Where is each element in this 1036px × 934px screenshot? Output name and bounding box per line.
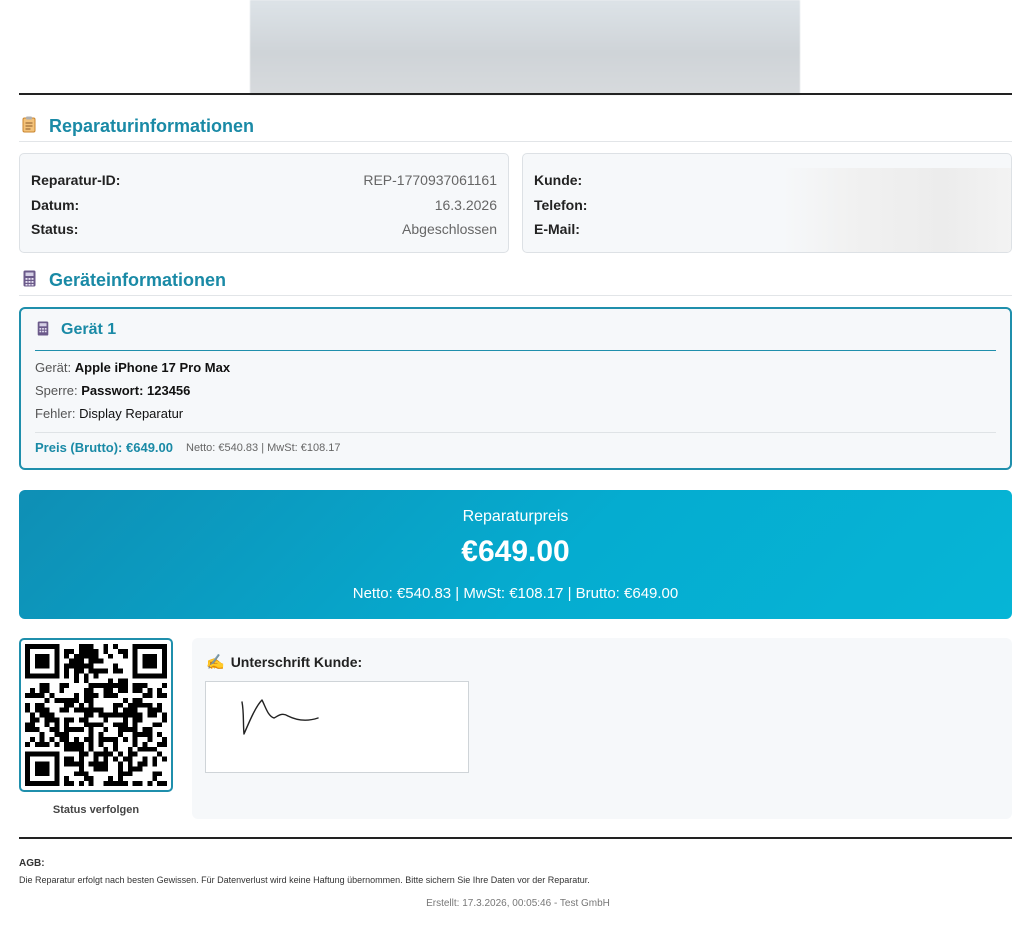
- repair-id-row: Reparatur-ID: REP-1770937061161: [31, 168, 497, 193]
- section-title-text: Reparaturinformationen: [49, 116, 255, 136]
- device-model-value: Apple iPhone 17 Pro Max: [74, 360, 231, 375]
- repair-id-label: Reparatur-ID:: [31, 172, 121, 189]
- writing-hand-icon: ✍: [206, 654, 225, 671]
- section-repair-info-title: Reparaturinformationen: [19, 112, 1012, 142]
- device-fault-label: Fehler:: [35, 406, 76, 421]
- device-price-net: Netto: €540.83 | MwSt: €108.17: [186, 441, 341, 454]
- repair-price-label: Reparaturpreis: [462, 508, 569, 525]
- clipboard-icon: [19, 116, 39, 137]
- customer-data-redaction: [781, 168, 1011, 252]
- repair-price-amount: €649.00: [461, 535, 570, 568]
- section-title-text: Geräteinformationen: [49, 270, 227, 290]
- date-row: Datum: 16.3.2026: [31, 193, 497, 218]
- agb-title: AGB:: [19, 858, 45, 869]
- device-lock-label: Sperre:: [35, 383, 78, 398]
- device-price-gross: Preis (Brutto): €649.00: [35, 440, 173, 455]
- section-device-info-title: Geräteinformationen: [19, 266, 1012, 296]
- signature-stroke: [241, 699, 319, 735]
- device-card-title: Gerät 1: [35, 309, 996, 351]
- device-lock-value: Passwort: 123456: [81, 383, 191, 398]
- date-value: 16.3.2026: [434, 196, 497, 213]
- qr-code-icon: [25, 644, 167, 786]
- repair-price-banner: Reparaturpreis €649.00 Netto: €540.83 | …: [19, 490, 1012, 619]
- header-divider: [19, 93, 1012, 95]
- device-model-line: Gerät: Apple iPhone 17 Pro Max: [35, 360, 996, 375]
- signature-title: ✍ Unterschrift Kunde:: [206, 653, 362, 671]
- device-price-row: Preis (Brutto): €649.00 Netto: €540.83 |…: [35, 432, 996, 462]
- customer-info-card: Kunde: Telefon: E-Mail:: [522, 153, 1012, 253]
- repair-price-breakdown: Netto: €540.83 | MwSt: €108.17 | Brutto:…: [352, 585, 679, 602]
- calculator-icon: [19, 270, 39, 291]
- qr-caption: Status verfolgen: [52, 804, 140, 816]
- footer-divider: [19, 837, 1012, 839]
- repair-id-value: REP-1770937061161: [363, 172, 497, 189]
- signature-title-text: Unterschrift Kunde:: [230, 654, 363, 670]
- status-value: Abgeschlossen: [402, 221, 497, 238]
- device-card: Gerät 1 Gerät: Apple iPhone 17 Pro Max S…: [19, 307, 1012, 470]
- repair-info-card: Reparatur-ID: REP-1770937061161 Datum: 1…: [19, 153, 509, 253]
- email-label: E-Mail:: [534, 221, 580, 238]
- calculator-icon: [35, 320, 51, 339]
- agb-text: Die Reparatur erfolgt nach besten Gewiss…: [19, 875, 590, 885]
- device-fault-value: Display Reparatur: [79, 406, 184, 421]
- status-label: Status:: [31, 221, 79, 238]
- status-qr-code[interactable]: [19, 638, 173, 792]
- device-fault-line: Fehler: Display Reparatur: [35, 406, 996, 421]
- status-row: Status: Abgeschlossen: [31, 217, 497, 242]
- phone-label: Telefon:: [534, 196, 588, 213]
- date-label: Datum:: [31, 196, 80, 213]
- device-title-text: Gerät 1: [61, 320, 117, 338]
- signature-panel: ✍ Unterschrift Kunde:: [192, 638, 1012, 819]
- signature-box[interactable]: [205, 681, 469, 773]
- device-lock-line: Sperre: Passwort: 123456: [35, 383, 996, 398]
- customer-label: Kunde:: [534, 172, 583, 189]
- device-model-label: Gerät:: [35, 360, 72, 375]
- company-logo-blurred: [250, 0, 800, 95]
- created-footer: Erstellt: 17.3.2026, 00:05:46 - Test Gmb…: [426, 898, 610, 909]
